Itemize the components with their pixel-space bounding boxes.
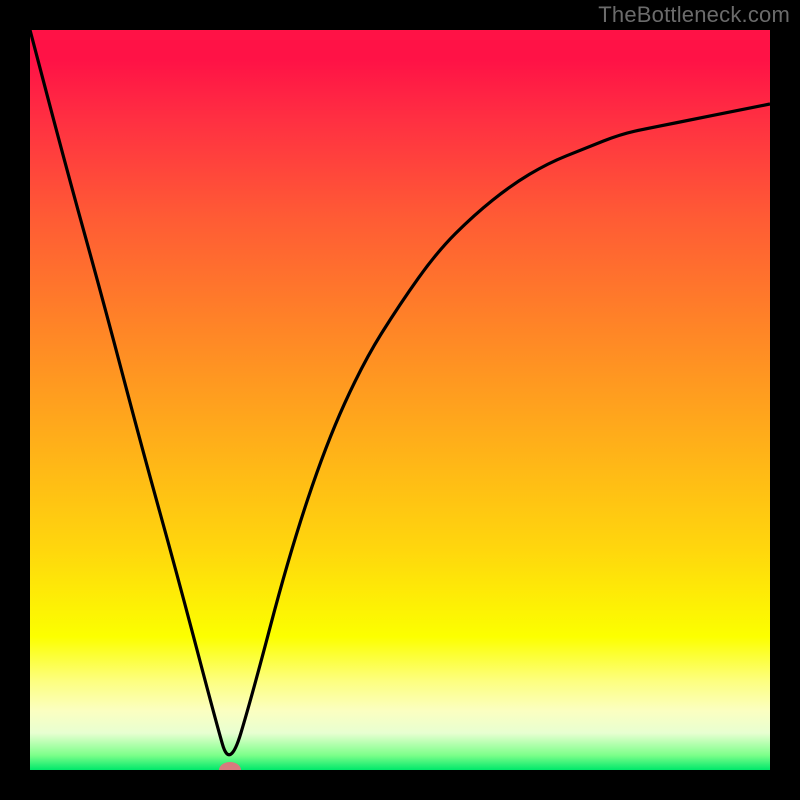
bottleneck-curve	[30, 30, 770, 770]
curve-path	[30, 30, 770, 755]
plot-area	[30, 30, 770, 770]
watermark-text: TheBottleneck.com	[598, 2, 790, 28]
chart-frame: TheBottleneck.com	[0, 0, 800, 800]
